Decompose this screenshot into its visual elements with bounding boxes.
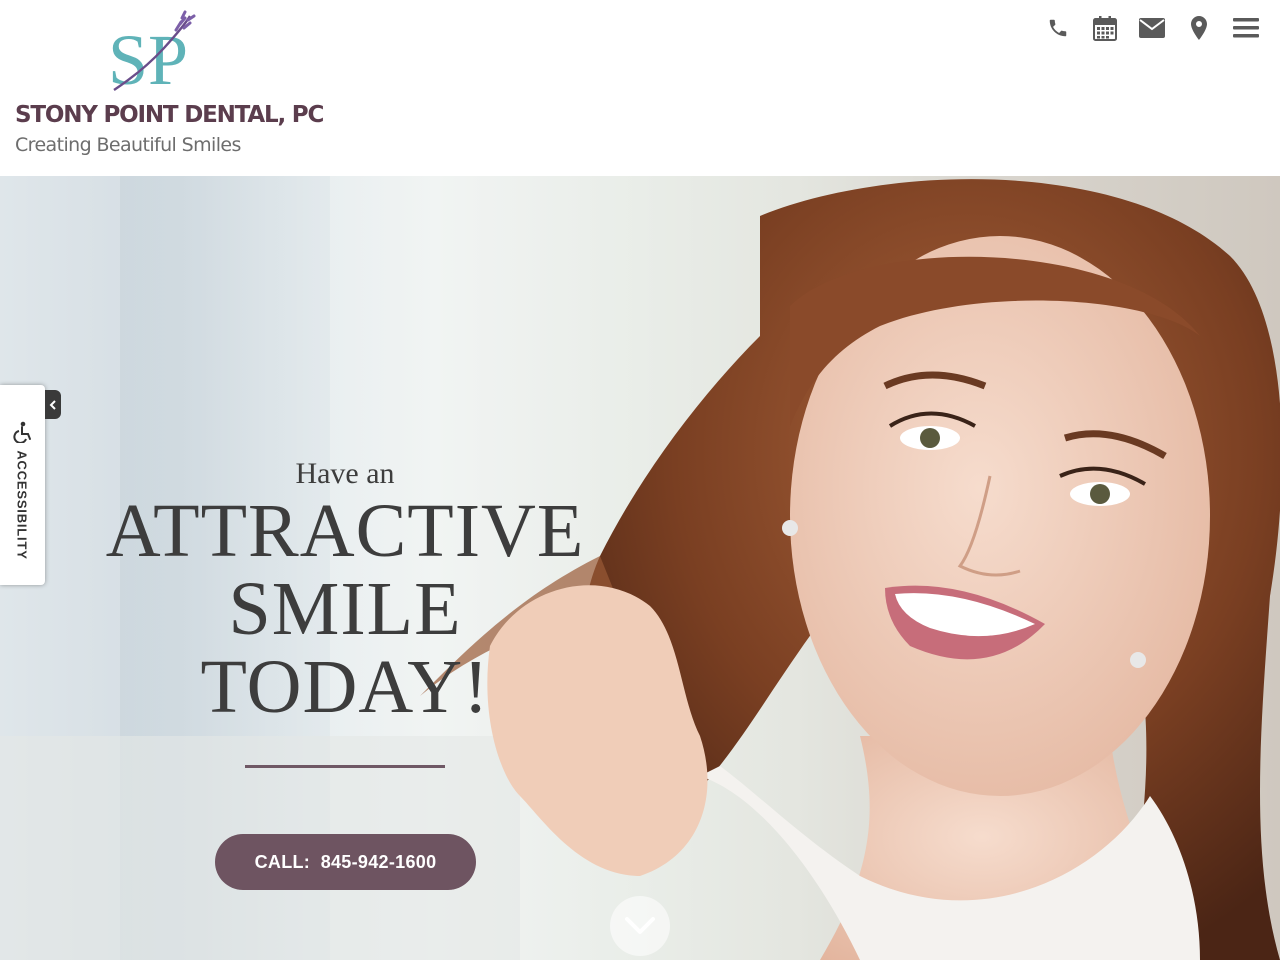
- envelope-icon[interactable]: [1136, 12, 1168, 44]
- hero-banner: Have an ATTRACTIVE SMILE TODAY! CALL: 84…: [0, 176, 1280, 960]
- call-number: 845-942-1600: [320, 851, 437, 872]
- accessibility-label: ACCESSIBILITY: [14, 450, 30, 560]
- accessibility-toggle[interactable]: [45, 390, 61, 419]
- scroll-down-button[interactable]: [610, 896, 670, 956]
- chevron-left-icon: [49, 399, 56, 410]
- calendar-icon[interactable]: [1089, 12, 1121, 44]
- brand-name[interactable]: STONY POINT DENTAL, PC: [15, 102, 324, 128]
- hero-heading-line-1: ATTRACTIVE: [105, 489, 585, 573]
- brand-tagline: Creating Beautiful Smiles: [15, 134, 241, 156]
- wheelchair-icon: [13, 421, 31, 443]
- top-nav-icons: [1027, 12, 1262, 44]
- accessibility-tab[interactable]: ACCESSIBILITY: [0, 385, 45, 585]
- site-header: SP STONY POINT DENTAL, PC Creating Beaut…: [0, 0, 1280, 176]
- site-logo[interactable]: SP: [104, 10, 204, 100]
- map-marker-icon[interactable]: [1183, 12, 1215, 44]
- hero-heading-line-3: TODAY!: [200, 645, 490, 729]
- hero-heading: Have an ATTRACTIVE SMILE TODAY!: [95, 456, 595, 726]
- chevron-down-icon: [625, 917, 655, 934]
- hamburger-menu-icon[interactable]: [1230, 12, 1262, 44]
- hero-pre-heading: Have an: [295, 457, 395, 490]
- call-label: CALL:: [254, 851, 311, 872]
- phone-icon[interactable]: [1042, 12, 1074, 44]
- call-button[interactable]: CALL: 845-942-1600: [215, 834, 476, 890]
- hero-divider: [245, 765, 445, 768]
- hero-heading-line-2: SMILE: [228, 567, 462, 651]
